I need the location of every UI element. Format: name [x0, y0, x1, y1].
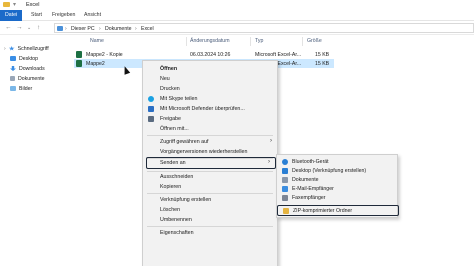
pc-icon: [57, 25, 63, 31]
menu-item-verknuepfung[interactable]: Verknüpfung erstellen: [143, 195, 277, 205]
menu-item-umbenennen[interactable]: Umbenennen: [143, 215, 277, 225]
menu-item-drucken[interactable]: Drucken: [143, 84, 277, 94]
breadcrumb-dokumente[interactable]: Dokumente: [105, 26, 132, 32]
menu-item-defender[interactable]: Mit Microsoft Defender überprüfen...: [143, 104, 277, 114]
skype-icon: [148, 96, 154, 102]
menu-separator: [147, 193, 273, 194]
zip-folder-icon: [283, 207, 289, 214]
document-icon: [10, 76, 15, 81]
submenu-item-bluetooth[interactable]: Bluetooth-Gerät: [277, 157, 397, 166]
breadcrumb-separator-icon: ›: [65, 26, 67, 32]
forward-icon[interactable]: →: [16, 24, 23, 31]
file-name: Mappe2: [86, 60, 105, 67]
star-icon: [8, 46, 15, 51]
column-type[interactable]: Typ: [255, 38, 263, 44]
quick-access-toolbar-icon[interactable]: ▾: [13, 1, 16, 8]
breadcrumb[interactable]: › Dieser PC › Dokumente › Excel: [54, 23, 474, 33]
menu-item-vorgaengerversionen[interactable]: Vorgängerversionen wiederherstellen: [143, 147, 277, 157]
menu-item-freigabe[interactable]: Freigabe: [143, 114, 277, 124]
menu-item-skype[interactable]: Mit Skype teilen: [143, 94, 277, 104]
submenu-arrow-icon: ›: [268, 159, 270, 165]
menu-item-oeffnen[interactable]: Öffnen: [143, 64, 277, 74]
submenu-item-desktop[interactable]: Desktop (Verknüpfung erstellen): [277, 166, 397, 175]
submenu-arrow-icon: ›: [270, 138, 272, 144]
file-row[interactable]: Mappe2 - Kopie 06.03.2024 10:26 Microsof…: [74, 50, 334, 59]
file-name: Mappe2 - Kopie: [86, 51, 123, 58]
expand-icon[interactable]: ›: [4, 46, 6, 52]
breadcrumb-dieser-pc[interactable]: Dieser PC: [71, 26, 95, 32]
column-date[interactable]: Änderungsdatum: [190, 38, 230, 44]
window-title: Excel: [26, 2, 40, 8]
ribbon-tabs: Datei Start Freigeben Ansicht: [0, 10, 474, 21]
navigation-pane: › Schnellzugriff Desktop Downloads Dokum…: [0, 36, 60, 266]
menu-separator: [147, 226, 273, 227]
column-separator[interactable]: [250, 37, 251, 46]
tab-ansicht[interactable]: Ansicht: [84, 12, 101, 18]
breadcrumb-separator-icon: ›: [135, 26, 137, 32]
file-list-header: Name Änderungsdatum Typ Größe: [66, 37, 326, 46]
menu-item-ausschneiden[interactable]: Ausschneiden: [143, 172, 277, 182]
desktop-icon: [282, 167, 288, 174]
download-icon: [10, 66, 16, 71]
nav-item-dokumente[interactable]: Dokumente: [10, 74, 45, 83]
menu-item-neu[interactable]: Neu: [143, 74, 277, 84]
column-separator[interactable]: [186, 37, 187, 46]
context-menu: Öffnen Neu Drucken Mit Skype teilen Mit …: [142, 60, 278, 266]
title-bar: ▾ Excel: [0, 0, 474, 10]
folder-icon: [3, 2, 10, 7]
tab-freigeben[interactable]: Freigeben: [52, 12, 75, 18]
share-icon: [148, 116, 154, 122]
picture-icon: [10, 86, 16, 91]
menu-separator: [147, 135, 273, 136]
up-icon[interactable]: ↑: [37, 24, 40, 31]
menu-item-zugriff[interactable]: Zugriff gewähren auf ›: [143, 137, 277, 147]
send-to-submenu: Bluetooth-Gerät Desktop (Verknüpfung ers…: [276, 154, 399, 218]
submenu-item-email[interactable]: E-Mail-Empfänger: [277, 184, 397, 193]
nav-item-schnellzugriff[interactable]: › Schnellzugriff: [4, 44, 49, 53]
file-size: 15 KB: [315, 60, 330, 67]
column-size[interactable]: Größe: [307, 38, 322, 44]
nav-item-desktop[interactable]: Desktop: [10, 54, 38, 63]
defender-shield-icon: [148, 106, 154, 112]
menu-item-oeffnen-mit[interactable]: Öffnen mit...: [143, 124, 277, 134]
file-size: 15 KB: [315, 51, 330, 58]
breadcrumb-excel[interactable]: Excel: [141, 26, 154, 32]
document-icon: [282, 176, 288, 183]
column-separator[interactable]: [302, 37, 303, 46]
fax-icon: [282, 194, 288, 201]
menu-item-senden-an[interactable]: Senden an ›: [146, 157, 276, 169]
breadcrumb-separator-icon: ›: [99, 26, 101, 32]
file-type: Microsoft Excel-Ar...: [255, 51, 302, 58]
recent-locations-icon[interactable]: ⌄: [27, 25, 31, 31]
mail-icon: [282, 185, 288, 192]
file-date: 06.03.2024 10:26: [190, 51, 231, 58]
submenu-item-fax[interactable]: Faxempfänger: [277, 193, 397, 202]
tab-datei[interactable]: Datei: [0, 10, 22, 21]
menu-item-eigenschaften[interactable]: Eigenschaften: [143, 228, 277, 238]
nav-item-downloads[interactable]: Downloads: [10, 64, 45, 73]
desktop-icon: [10, 56, 16, 61]
excel-file-icon: [76, 60, 82, 67]
tab-start[interactable]: Start: [31, 12, 42, 18]
excel-file-icon: [76, 51, 82, 58]
column-name[interactable]: Name: [90, 38, 104, 44]
submenu-item-zip[interactable]: ZIP-komprimierter Ordner: [277, 205, 399, 216]
nav-item-bilder[interactable]: Bilder: [10, 84, 32, 93]
bluetooth-icon: [282, 158, 288, 165]
back-icon[interactable]: ←: [5, 24, 12, 31]
submenu-item-dokumente[interactable]: Dokumente: [277, 175, 397, 184]
menu-item-kopieren[interactable]: Kopieren: [143, 182, 277, 192]
menu-item-loeschen[interactable]: Löschen: [143, 205, 277, 215]
address-bar: ← → ⌄ ↑ › Dieser PC › Dokumente › Excel: [0, 21, 474, 35]
